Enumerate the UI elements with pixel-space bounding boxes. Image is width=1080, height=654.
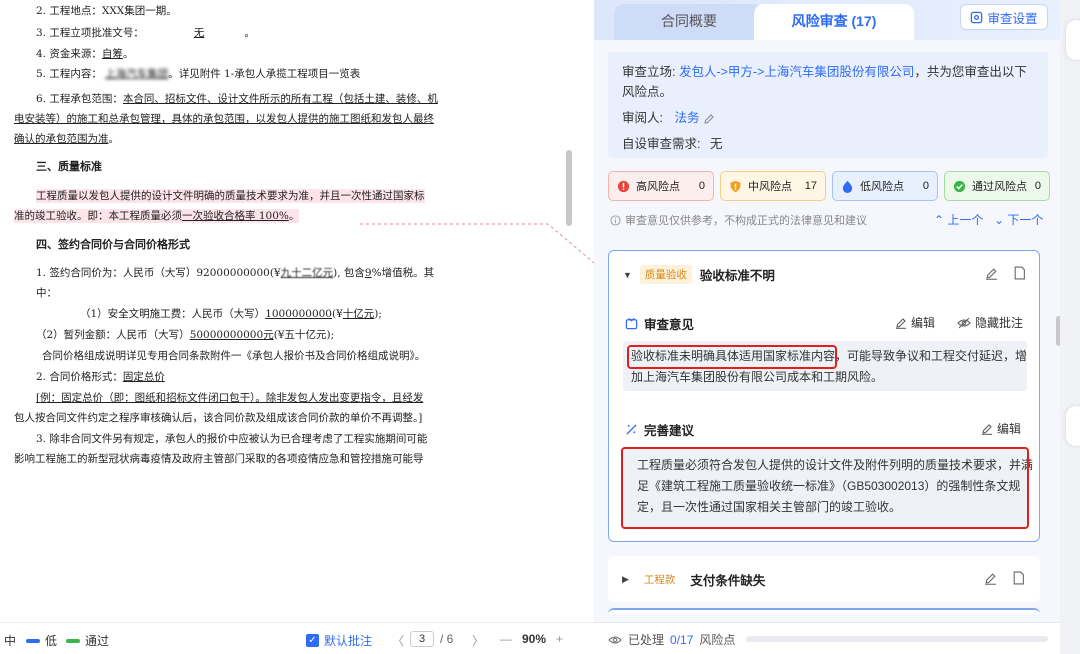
page-total: / 6 [440,632,454,646]
risk-card-header[interactable]: ▶ 工程款 支付条件缺失 [622,570,765,589]
disclaimer: 审查意见仅供参考，不构成正式的法律意见和建议 [610,212,867,228]
progress-footer: 已处理 0/17 风险点 [594,622,1060,654]
default-annotation-toggle[interactable]: ✓ 默认批注 [306,632,372,649]
review-info-box: 审查立场: 发包人->甲方->上海汽车集团股份有限公司，共为您审查出以下风险点。… [608,52,1048,158]
legend-low: 低 [26,632,57,649]
edit-icon[interactable] [703,113,715,125]
risk-tag: 质量验收 [639,265,692,284]
filter-high-risk[interactable]: 高风险点 0 [608,171,714,201]
risk-card[interactable]: ▶ 工程款 支付条件缺失 [608,556,1040,602]
doc-line: 3. 工程立项批准文号：无。 [36,27,255,39]
reviewer: 审阅人: 法务 [622,108,1034,128]
document-viewer: 2. 工程地点：XXX集团一期。 3. 工程立项批准文号：无。 4. 资金来源：… [0,0,578,622]
panel-tabs: 合同概要 风险审查 (17) 审查设置 [594,0,1060,40]
edit-suggestion-button[interactable]: 编辑 [981,420,1021,437]
chevron-up-icon: ⌃ [934,213,945,227]
zoom-out-button[interactable]: — [500,632,512,646]
doc-line: （1）安全文明施工费：人民币（大写）1000000000(¥十亿元); [80,308,382,320]
processed-status: 已处理 0/17 风险点 [608,631,735,648]
legend-pass: 通过 [66,632,109,649]
doc-line: 确认的承包范围为准。 [14,133,119,145]
collapse-caret-icon[interactable]: ▼ [623,270,632,280]
chevron-down-icon: ⌄ [994,213,1005,227]
zoom-level: 90% [522,632,547,646]
risk-card[interactable]: ▼ 质量验收 验收标准不明 审查意见 编辑 隐藏批注 验收标准未明确具体适用国家… [608,250,1040,542]
low-risk-icon [842,180,853,193]
highlight-frame [621,447,1029,529]
highlight-frame [627,345,837,369]
doc-line: 2. 合同价格形式：固定总价 [36,371,165,383]
edit-icon[interactable] [985,267,998,280]
hide-annotation-button[interactable]: 隐藏批注 [957,314,1023,331]
doc-line: 6. 工程承包范围：本合同、招标文件、设计文件所示的所有工程（包括土建、装修、机 [36,93,438,105]
mid-risk-icon [730,180,741,192]
doc-line: 5. 工程内容： 上海汽车集团。详见附件 1-承包人承揽工程项目一览表 [36,68,361,80]
filter-pass-risk[interactable]: 通过风险点 0 [944,171,1050,201]
filter-low-risk[interactable]: 低风险点 0 [832,171,938,201]
doc-heading-quality: 三、质量标准 [36,160,102,173]
doc-line: 4. 资金来源：自筹。 [36,48,134,60]
eye-icon [608,636,622,643]
doc-line: 1. 签约合同价为：人民币（大写）92000000000(¥九十二亿元), 包含… [36,267,435,279]
progress-bar [746,636,1048,642]
next-page-button[interactable]: 〉 [472,632,484,649]
risk-tag: 工程款 [643,574,676,586]
settings-icon [971,11,983,23]
high-risk-icon [617,180,630,192]
doc-line: 影响工程施工的新型冠状病毒疫情及政府主管部门采取的各项疫情应急和管控措施可能导 [14,453,424,465]
info-icon [610,214,621,226]
document-footer: 中 低 通过 ✓ 默认批注 〈 3 / 6 〉 — 90% + [0,622,594,654]
doc-line: 2. 工程地点：XXX集团一期。 [36,5,177,17]
doc-highlight-line[interactable]: 准的竣工验收。即：本工程质量必须一次验收合格率 100%。 [14,209,300,223]
doc-line: 电安装等）的施工和总承包管理，具体的承包范围，以发包人提供的施工图纸和发包人最终 [14,113,434,125]
filter-mid-risk[interactable]: 中风险点 17 [720,171,826,201]
doc-line: 中： [36,287,57,299]
improve-suggestion-icon [626,424,637,435]
doc-line: 包人按合同文件约定之程序审核确认后，该合同价款及组成该合同价款的单价不再调整。] [14,412,423,424]
side-handle[interactable] [1066,20,1080,60]
review-stance: 审查立场: 发包人->甲方->上海汽车集团股份有限公司，共为您审查出以下风险点。 [622,65,1027,99]
opinion-header: 审查意见 [625,314,694,333]
edit-icon [982,423,992,435]
next-risk-button[interactable]: ⌄ 下一个 [994,211,1043,228]
eye-off-icon [957,317,971,328]
doc-line: [例：固定总价（即：图纸和招标文件闭口包干）。除非发包人发出变更指令，且经发 [36,392,424,404]
document-scrollbar[interactable] [566,150,572,226]
doc-line: 3. 除非合同文件另有规定，承包人的报价中应被认为已合理考虑了工程实施期间可能 [36,433,428,445]
review-opinion-icon [625,317,638,330]
doc-heading-price: 四、签约合同价与合同价格形式 [36,238,190,251]
risk-card-partial[interactable] [608,608,1040,614]
doc-line: 合同价格组成说明详见专用合同条款附件一《承包人报价书及合同价格组成说明》。 [42,350,426,362]
risk-title: 验收标准不明 [699,269,775,283]
page-input[interactable]: 3 [410,631,434,647]
edit-icon [896,317,906,329]
suggestion-header: 完善建议 [625,420,694,439]
document-icon[interactable] [1013,266,1026,280]
prev-page-button[interactable]: 〈 [392,632,404,649]
legend-mid: 中 [4,634,17,648]
risk-title: 支付条件缺失 [690,574,766,588]
doc-line: （2）暂列金额：人民币（大写）50000000000元(¥五十亿元); [36,329,335,341]
document-icon[interactable] [1012,571,1025,585]
pass-icon [953,180,966,192]
edit-icon[interactable] [984,572,997,585]
side-handle[interactable] [1066,406,1080,446]
side-toolbar [1060,0,1080,654]
tab-risk-review[interactable]: 风险审查 (17) [754,4,914,40]
edit-opinion-button[interactable]: 编辑 [895,314,935,331]
prev-risk-button[interactable]: ⌃ 上一个 [934,211,983,228]
checkbox-icon: ✓ [306,634,319,647]
custom-requirement: 自设审查需求: 无 [622,137,723,151]
risk-panel: 合同概要 风险审查 (17) 审查设置 审查立场: 发包人->甲方->上海汽车集… [594,0,1061,654]
review-settings-button[interactable]: 审查设置 [960,4,1048,30]
expand-caret-icon[interactable]: ▶ [622,574,629,585]
zoom-in-button[interactable]: + [556,632,563,646]
doc-highlight-line[interactable]: 工程质量以发包人提供的设计文件明确的质量技术要求为准，并且一次性通过国家标 [36,189,425,203]
risk-card-header[interactable]: ▼ 质量验收 验收标准不明 [623,265,775,284]
tab-contract-overview[interactable]: 合同概要 [614,4,764,40]
